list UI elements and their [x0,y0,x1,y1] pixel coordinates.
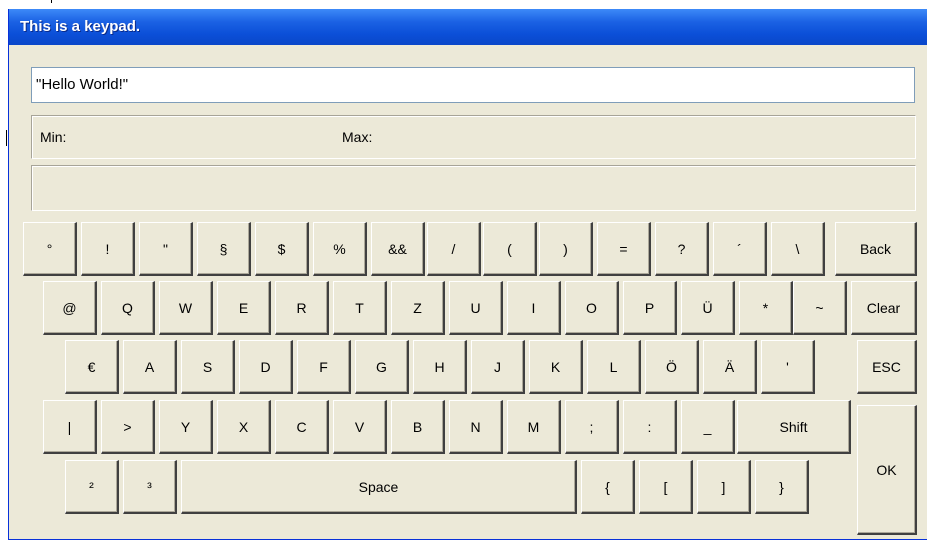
key-n[interactable]: N [449,400,503,454]
back-button[interactable]: Back [835,222,917,276]
key-underscore[interactable]: _ [681,400,735,454]
key-close-brace[interactable]: } [755,460,809,514]
key-slash[interactable]: / [427,222,481,276]
key-i[interactable]: I [507,281,561,335]
key-ampersand[interactable]: && [371,222,425,276]
key-acute[interactable]: ´ [713,222,767,276]
key-section[interactable]: § [197,222,251,276]
key-k[interactable]: K [529,340,583,394]
key-backslash[interactable]: \ [771,222,825,276]
key-t[interactable]: T [333,281,387,335]
ok-button[interactable]: OK [857,405,917,535]
clear-button[interactable]: Clear [851,281,917,335]
key-dollar[interactable]: $ [255,222,309,276]
key-pipe[interactable]: | [43,400,97,454]
key-open-paren[interactable]: ( [483,222,537,276]
key-superscript-two[interactable]: ² [65,460,119,514]
key-open-brace[interactable]: { [581,460,635,514]
key-q[interactable]: Q [101,281,155,335]
key-s[interactable]: S [181,340,235,394]
window-title: This is a keypad. [20,18,141,35]
window-edge-mark [6,130,7,146]
key-b[interactable]: B [391,400,445,454]
space-button[interactable]: Space [181,460,577,514]
key-degree[interactable]: ° [23,222,77,276]
key-close-paren[interactable]: ) [539,222,593,276]
key-equals[interactable]: = [597,222,651,276]
key-a-umlaut[interactable]: Ä [703,340,757,394]
key-w[interactable]: W [159,281,213,335]
key-double-quote[interactable]: " [139,222,193,276]
key-r[interactable]: R [275,281,329,335]
title-bar: This is a keypad. [9,9,927,45]
key-c[interactable]: C [275,400,329,454]
key-u-umlaut[interactable]: Ü [681,281,735,335]
min-label: Min: [40,129,67,145]
shift-button[interactable]: Shift [737,400,851,454]
key-semicolon[interactable]: ; [565,400,619,454]
key-l[interactable]: L [587,340,641,394]
key-d[interactable]: D [239,340,293,394]
key-asterisk[interactable]: * [739,281,793,335]
key-z[interactable]: Z [391,281,445,335]
key-exclamation[interactable]: ! [81,222,135,276]
key-o[interactable]: O [565,281,619,335]
key-g[interactable]: G [355,340,409,394]
key-m[interactable]: M [507,400,561,454]
key-percent[interactable]: % [313,222,367,276]
message-panel [31,165,916,211]
key-u[interactable]: U [449,281,503,335]
key-a[interactable]: A [123,340,177,394]
key-euro[interactable]: € [65,340,119,394]
key-x[interactable]: X [217,400,271,454]
key-at[interactable]: @ [43,281,97,335]
key-h[interactable]: H [413,340,467,394]
esc-button[interactable]: ESC [857,340,917,394]
min-max-panel: Min: Max: [31,115,916,159]
key-colon[interactable]: : [623,400,677,454]
key-close-bracket[interactable]: ] [697,460,751,514]
key-question[interactable]: ? [655,222,709,276]
key-j[interactable]: J [471,340,525,394]
key-y[interactable]: Y [159,400,213,454]
key-e[interactable]: E [217,281,271,335]
text-input-field[interactable]: "Hello World!" [31,67,915,103]
key-p[interactable]: P [623,281,677,335]
max-label: Max: [342,129,373,145]
keypad-window: This is a keypad. "Hello World!" Min: Ma… [8,9,927,540]
key-open-bracket[interactable]: [ [639,460,693,514]
window-edge-mark [51,0,52,3]
key-superscript-three[interactable]: ³ [123,460,177,514]
key-tilde[interactable]: ~ [793,281,847,335]
key-f[interactable]: F [297,340,351,394]
key-greater-than[interactable]: > [101,400,155,454]
key-o-umlaut[interactable]: Ö [645,340,699,394]
key-apostrophe[interactable]: ' [761,340,815,394]
key-v[interactable]: V [333,400,387,454]
